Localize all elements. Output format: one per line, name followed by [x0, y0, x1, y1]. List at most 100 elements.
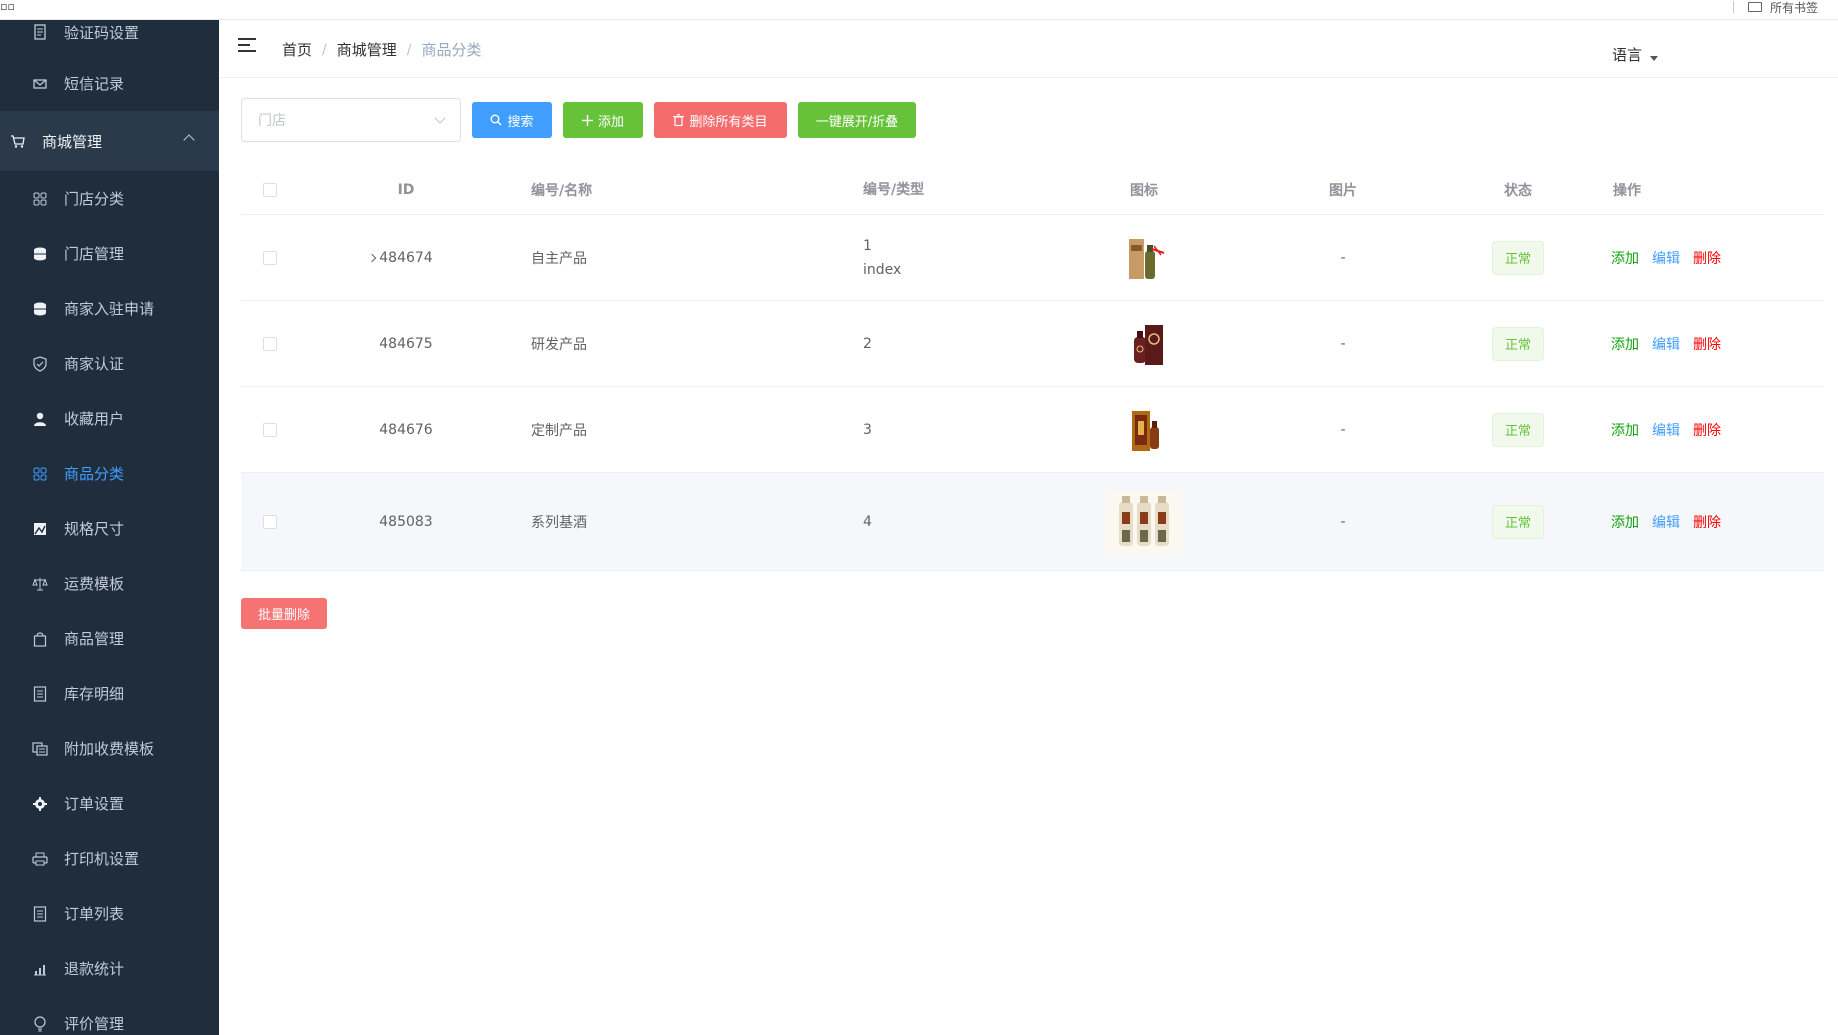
status-badge: 正常 — [1491, 412, 1544, 447]
sidebar-item-sms-records[interactable]: 短信记录 — [0, 56, 219, 111]
sidebar-item-label: 订单列表 — [64, 905, 125, 923]
row-picture: - — [1340, 421, 1346, 438]
row-checkbox[interactable] — [263, 250, 277, 265]
row-checkbox-cell — [263, 215, 277, 300]
sidebar-item-label: 运费模板 — [64, 575, 125, 593]
sidebar-item-merchant-application[interactable]: 商家入驻申请 — [0, 281, 219, 336]
row-code: 1 — [863, 237, 872, 254]
sidebar-item-spec-size[interactable]: 规格尺寸 — [0, 501, 219, 556]
sidebar-item-label: 规格尺寸 — [64, 520, 125, 538]
breadcrumb: 首页 / 商城管理 / 商品分类 — [282, 39, 481, 60]
sidebar-item-printer-settings[interactable]: 打印机设置 — [0, 831, 219, 886]
row-status-cell: 正常 — [1486, 387, 1550, 472]
top-navbar: 首页 / 商城管理 / 商品分类 语言 — [219, 20, 1838, 78]
sidebar-item-extra-charge-template[interactable]: 附加收费模板 — [0, 721, 219, 776]
status-badge: 正常 — [1491, 504, 1544, 539]
column-header-actions: 操作 — [1613, 182, 1641, 199]
row-add-link[interactable]: 添加 — [1611, 248, 1639, 268]
apps-icon[interactable]: ▫▫ — [0, 1, 15, 13]
sidebar-item-product-category[interactable]: 商品分类 — [0, 446, 219, 501]
row-delete-link[interactable]: 删除 — [1693, 248, 1721, 268]
product-thumbnail[interactable] — [1105, 489, 1183, 554]
row-status-cell: 正常 — [1486, 301, 1550, 386]
expand-arrow-icon[interactable] — [368, 253, 377, 262]
row-edit-link[interactable]: 编辑 — [1652, 512, 1680, 532]
sidebar-item-store-category[interactable]: 门店分类 — [0, 171, 219, 226]
row-add-link[interactable]: 添加 — [1611, 334, 1639, 354]
breadcrumb-home[interactable]: 首页 — [282, 39, 312, 60]
column-header-code-type: 编号/类型 — [863, 181, 925, 198]
row-delete-link[interactable]: 删除 — [1693, 334, 1721, 354]
column-header-status: 状态 — [1504, 182, 1532, 199]
table-header: ID 编号/名称 编号/类型 图标 图片 状态 操作 — [241, 165, 1824, 215]
language-dropdown[interactable]: 语言 — [1612, 44, 1659, 65]
sidebar-item-label: 订单设置 — [64, 795, 125, 813]
breadcrumb-separator: / — [322, 41, 327, 58]
chevron-up-icon — [183, 134, 195, 146]
breadcrumb-current: 商品分类 — [421, 41, 482, 59]
sidebar-item-captcha-settings[interactable]: 验证码设置 — [0, 20, 219, 56]
product-thumbnail[interactable] — [1114, 405, 1174, 455]
row-delete-link[interactable]: 删除 — [1693, 512, 1721, 532]
sidebar-group-mall-management[interactable]: 商城管理 — [0, 111, 219, 171]
sidebar-item-label: 商家认证 — [64, 355, 125, 373]
picture-icon — [32, 521, 48, 537]
status-badge: 正常 — [1491, 326, 1544, 361]
sidebar-item-refund-stats[interactable]: 退款统计 — [0, 941, 219, 996]
row-status-cell: 正常 — [1486, 215, 1550, 300]
search-button[interactable]: 搜索 — [472, 102, 552, 138]
column-header-name: 编号/名称 — [531, 182, 593, 199]
add-button[interactable]: 添加 — [563, 102, 643, 138]
search-button-label: 搜索 — [507, 114, 534, 130]
row-code: 2 — [863, 335, 872, 352]
row-add-link[interactable]: 添加 — [1611, 420, 1639, 440]
sidebar-item-review-management[interactable]: 评价管理 — [0, 996, 219, 1035]
sidebar-item-shipping-template[interactable]: 运费模板 — [0, 556, 219, 611]
row-add-link[interactable]: 添加 — [1611, 512, 1639, 532]
sidebar-item-order-list[interactable]: 订单列表 — [0, 886, 219, 941]
store-select-placeholder: 门店 — [258, 113, 286, 129]
batch-delete-button[interactable]: 批量删除 — [241, 598, 328, 629]
breadcrumb-mall-management[interactable]: 商城管理 — [337, 39, 397, 60]
status-badge: 正常 — [1491, 240, 1544, 275]
row-delete-link[interactable]: 删除 — [1693, 420, 1721, 440]
row-checkbox[interactable] — [263, 422, 277, 437]
sidebar-item-order-settings[interactable]: 订单设置 — [0, 776, 219, 831]
cart-icon — [10, 133, 26, 149]
select-all-checkbox[interactable] — [263, 182, 277, 197]
bulb-icon — [32, 1015, 48, 1032]
expand-collapse-button[interactable]: 一键展开/折叠 — [798, 102, 916, 138]
grid-icon — [32, 466, 48, 482]
store-select[interactable]: 门店 — [241, 98, 461, 142]
column-header-picture: 图片 — [1329, 182, 1357, 199]
row-code-type: 1 index — [863, 215, 901, 300]
all-bookmarks-label: 所有书签 — [1769, 0, 1818, 15]
sidebar-item-label: 库存明细 — [64, 685, 125, 703]
sidebar-item-merchant-certification[interactable]: 商家认证 — [0, 336, 219, 391]
sidebar-item-label: 门店管理 — [64, 245, 125, 263]
row-name: 系列基酒 — [531, 514, 587, 531]
sidebar-item-store-management[interactable]: 门店管理 — [0, 226, 219, 281]
sidebar-item-product-management[interactable]: 商品管理 — [0, 611, 219, 666]
row-checkbox[interactable] — [263, 336, 277, 351]
product-thumbnail[interactable] — [1114, 319, 1174, 369]
delete-all-categories-button[interactable]: 删除所有类目 — [654, 102, 787, 138]
all-bookmarks[interactable]: 所有书签 — [1732, 0, 1818, 15]
row-icon-cell — [1094, 473, 1194, 570]
breadcrumb-separator: / — [406, 41, 412, 58]
caret-down-icon — [1650, 56, 1659, 61]
row-checkbox[interactable] — [263, 514, 277, 529]
table-row: 484674 自主产品 1 index - 正常 添加 编辑 删除 — [241, 215, 1824, 301]
row-edit-link[interactable]: 编辑 — [1652, 420, 1680, 440]
sidebar-item-inventory-details[interactable]: 库存明细 — [0, 666, 219, 721]
row-edit-link[interactable]: 编辑 — [1652, 248, 1680, 268]
sidebar-item-favorite-users[interactable]: 收藏用户 — [0, 391, 219, 446]
table-row: 484675 研发产品 2 - 正常 添加 编辑 删除 — [241, 301, 1824, 387]
sidebar: 验证码设置 短信记录 商城管理 门店分类 门店管理 商家入驻申请 商家认证 收藏… — [0, 20, 219, 1035]
menu-toggle-icon[interactable] — [238, 38, 256, 56]
row-id-wrap: 484674 — [368, 250, 433, 266]
row-edit-link[interactable]: 编辑 — [1652, 334, 1680, 354]
product-thumbnail[interactable] — [1114, 233, 1174, 283]
browser-bookmark-bar: ▫▫ 所有书签 — [0, 0, 1838, 20]
select-all-cell — [263, 165, 277, 214]
